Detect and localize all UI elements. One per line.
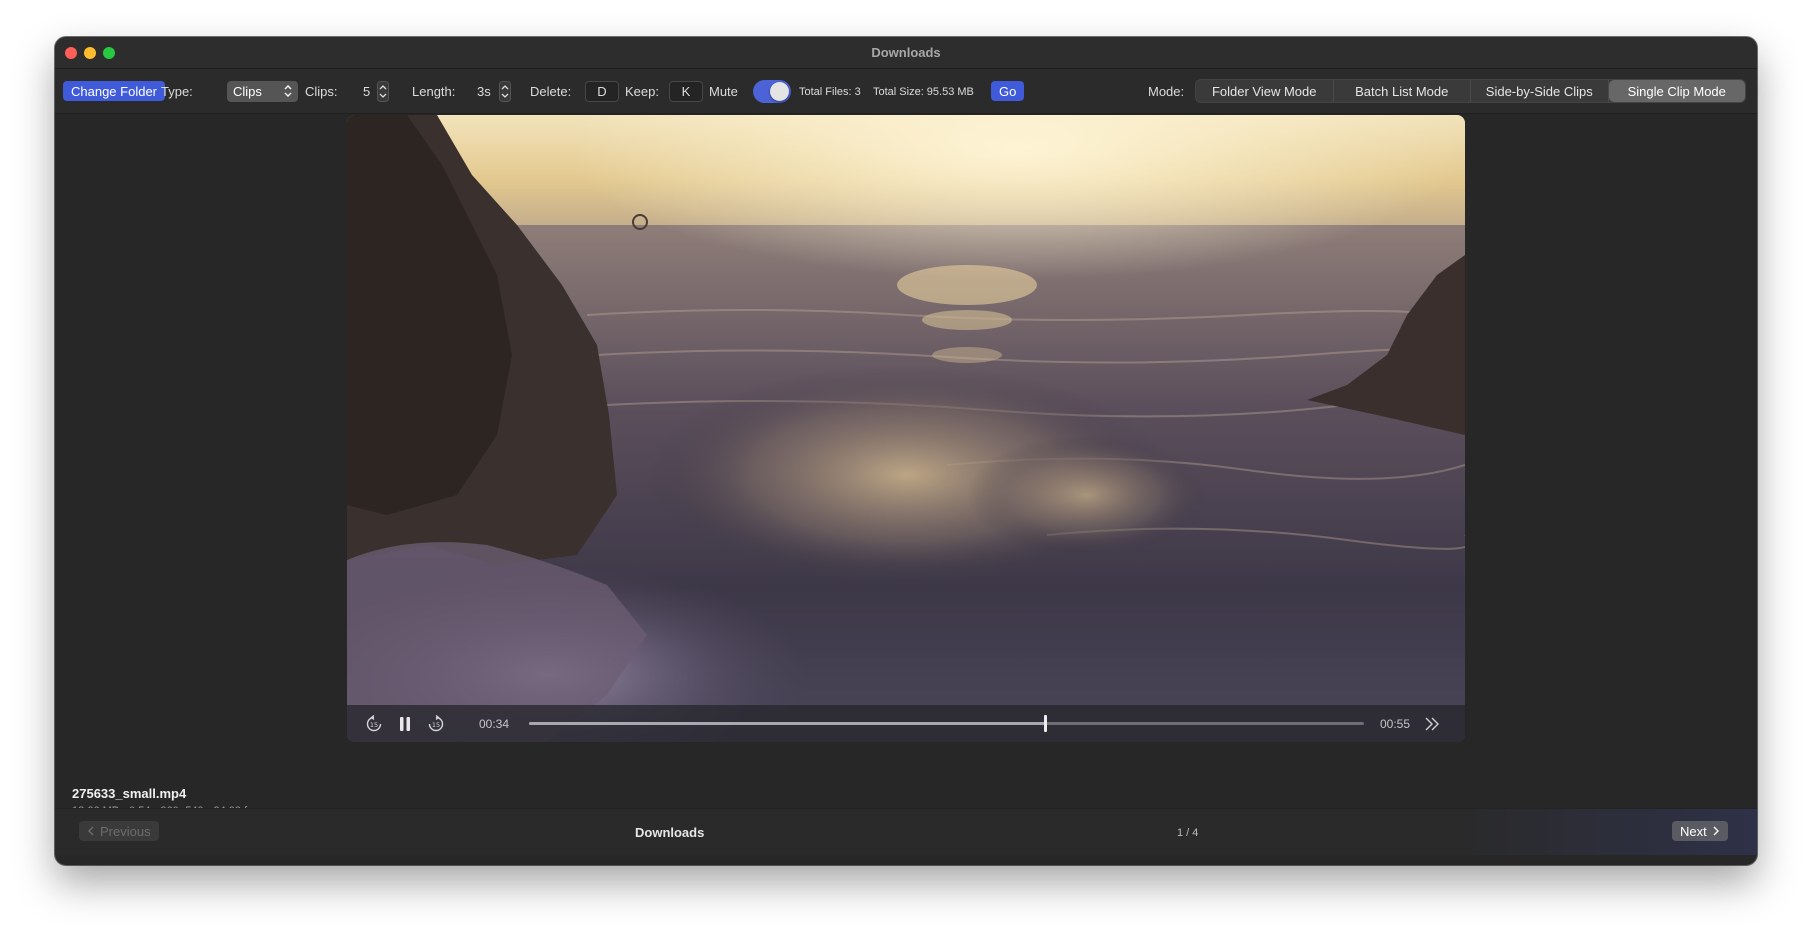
- app-window: Downloads Change Folder Type: Clips Clip…: [55, 37, 1757, 865]
- length-label: Length:: [412, 84, 456, 99]
- go-button[interactable]: Go: [991, 81, 1025, 101]
- content-area: 15 15 00:34 00:55: [55, 115, 1757, 815]
- fast-forward-button[interactable]: [1424, 705, 1440, 742]
- page-indicator: 1 / 4: [1177, 826, 1199, 839]
- stepper-arrows-icon: [377, 81, 389, 102]
- keep-key-field[interactable]: K: [669, 81, 703, 102]
- player-controls: 15 15 00:34 00:55: [347, 705, 1465, 742]
- delete-key-field[interactable]: D: [585, 81, 619, 102]
- type-select-value: Clips: [233, 84, 262, 99]
- seek-bar[interactable]: [529, 705, 1364, 742]
- clips-stepper[interactable]: [377, 81, 389, 102]
- file-name: 275633_small.mp4: [72, 786, 187, 801]
- chevron-right-icon: [1713, 826, 1719, 836]
- window-title: Downloads: [871, 45, 941, 60]
- total-files: Total Files: 3: [799, 85, 861, 98]
- previous-button[interactable]: Previous: [79, 821, 159, 841]
- change-folder-button[interactable]: Change Folder: [63, 81, 165, 101]
- mode-side-by-side[interactable]: Side-by-Side Clips: [1471, 80, 1609, 102]
- type-select[interactable]: Clips: [227, 81, 298, 102]
- stepper-arrows-icon: [499, 81, 511, 102]
- current-folder-label: Downloads: [635, 825, 705, 840]
- seek-thumb[interactable]: [1043, 715, 1047, 732]
- next-button[interactable]: Next: [1672, 821, 1728, 841]
- pause-button[interactable]: [398, 705, 412, 742]
- toggle-knob: [770, 82, 789, 101]
- mode-batch-list[interactable]: Batch List Mode: [1334, 80, 1471, 102]
- mode-label: Mode:: [1148, 84, 1185, 99]
- type-label: Type:: [161, 84, 193, 99]
- pause-icon: [400, 716, 410, 731]
- mute-label: Mute: [709, 84, 738, 99]
- skip-back-15-icon: 15: [366, 714, 382, 731]
- mode-single-clip[interactable]: Single Clip Mode: [1608, 80, 1745, 102]
- seek-progress: [529, 722, 1046, 725]
- skip-forward-button[interactable]: 15: [427, 705, 445, 742]
- skip-forward-label: 15: [432, 721, 440, 729]
- clips-label: Clips:: [305, 84, 338, 99]
- mute-toggle[interactable]: [753, 80, 791, 103]
- video-player[interactable]: 15 15 00:34 00:55: [347, 115, 1465, 742]
- current-time: 00:34: [479, 716, 510, 731]
- mode-folder-view[interactable]: Folder View Mode: [1196, 80, 1334, 102]
- chevron-left-icon: [88, 826, 94, 836]
- length-value: 3s: [477, 84, 491, 99]
- toolbar: Change Folder Type: Clips Clips: 5 Lengt…: [55, 69, 1757, 114]
- keep-label: Keep:: [625, 84, 659, 99]
- skip-back-button[interactable]: 15: [365, 705, 383, 742]
- bottom-bar: Previous Downloads 1 / 4 Next: [55, 808, 1757, 855]
- next-label: Next: [1680, 823, 1707, 839]
- total-size: Total Size: 95.53 MB: [873, 85, 974, 98]
- mode-segmented-control: Folder View Mode Batch List Mode Side-by…: [1195, 79, 1746, 103]
- skip-back-label: 15: [370, 721, 378, 729]
- title-bar: Downloads: [55, 37, 1757, 69]
- double-chevron-right-icon: [1425, 717, 1439, 730]
- clips-value: 5: [363, 84, 371, 99]
- chevron-updown-icon: [284, 85, 292, 97]
- length-stepper[interactable]: [499, 81, 511, 102]
- delete-label: Delete:: [530, 84, 572, 99]
- duration: 00:55: [1380, 716, 1411, 731]
- previous-label: Previous: [100, 823, 151, 839]
- skip-forward-15-icon: 15: [428, 714, 444, 731]
- video-frame: [347, 115, 1465, 742]
